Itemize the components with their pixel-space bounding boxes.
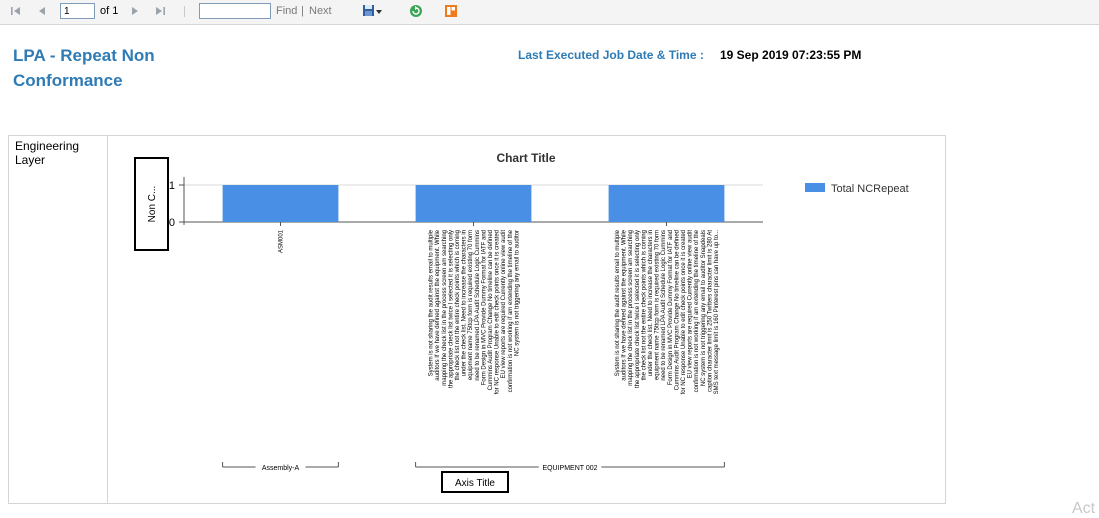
x-category-label: ASM001: [279, 229, 285, 253]
x-category-label-line: NC system is not triggering any email to…: [514, 230, 520, 356]
x-category-label-line: the check list not the entire check poin…: [641, 230, 647, 380]
last-executed-value: 19 Sep 2019 07:23:55 PM: [720, 48, 862, 62]
activation-watermark: Act: [1072, 500, 1096, 517]
x-category-label-line: for NC response Unable to edit check poi…: [681, 230, 687, 394]
x-category-label-line: the appropriate check list twice I selec…: [635, 230, 641, 388]
x-category-label-line: SMS text message limit is 160 Pinterest …: [714, 230, 720, 395]
export-icon[interactable]: [362, 4, 384, 18]
x-category-label-line: Form Design in MVC Provide Dummy Format …: [481, 230, 487, 385]
x-category-label-line: NC system is not triggering any email to…: [701, 230, 707, 386]
x-category-label-line: mapping the check list in the process sc…: [628, 230, 634, 386]
x-axis-title: Axis Title: [455, 478, 495, 489]
x-category-label-line: confirmation is not working if am extend…: [694, 229, 700, 392]
x-category-label-line: caption character limit is 250 Twitters …: [707, 230, 713, 392]
previous-page-icon[interactable]: [35, 4, 49, 18]
y-tick-label: 0: [169, 217, 175, 229]
bar[interactable]: [608, 185, 725, 222]
last-executed-label: Last Executed Job Date & Time :: [518, 48, 704, 62]
first-page-icon[interactable]: [9, 4, 23, 18]
row-header-label: Engineering Layer: [15, 139, 80, 167]
x-category-label-line: under the check list. Need to increase t…: [462, 230, 468, 376]
x-category-label-line: under the check list. Need to increase t…: [648, 230, 654, 376]
x-group-label: Assembly-A: [262, 465, 300, 472]
x-group-bracket: Assembly-A: [222, 462, 339, 472]
bar-chart: Chart Title Non C... 0 1 ASM001 System is …: [134, 151, 909, 493]
x-category-label-line: equipment name 75ttcp form is required e…: [468, 230, 474, 380]
find-text-input[interactable]: [199, 3, 271, 19]
refresh-icon[interactable]: [409, 4, 423, 18]
y-tick-label: 1: [169, 180, 175, 192]
x-category-label-line: need to be renamed LPA Audit Schedule Lo…: [475, 230, 481, 381]
x-category-label-line: the appropriate check list twice I selec…: [448, 230, 454, 388]
x-category-label-line: for NC response Unable to edit check poi…: [495, 230, 501, 394]
report-title: LPA - Repeat Non Conformance: [13, 46, 155, 90]
x-category-label-line: System is not sharing the audit results …: [615, 229, 621, 376]
x-category-label: System is not sharing the audit results …: [429, 229, 521, 394]
x-category-label-line: Form Design in MVC Provide Dummy Format …: [668, 230, 674, 385]
x-category-label-line: confirmation is not working if am extend…: [508, 229, 514, 392]
next-link[interactable]: Next: [309, 5, 332, 17]
bar[interactable]: [222, 185, 339, 222]
legend-label: Total NCRepeat: [831, 183, 909, 195]
x-category-label-line: Cummins Audit Program Change No timeline…: [488, 230, 494, 390]
bar[interactable]: [415, 185, 532, 222]
x-category-label-line: the check list not the entire check poin…: [455, 230, 461, 380]
x-category-label: System is not sharing the audit results …: [615, 229, 720, 394]
x-category-label-line: mapping the check list in the process sc…: [442, 230, 448, 386]
last-page-icon[interactable]: [153, 4, 167, 18]
legend: Total NCRepeat: [805, 183, 909, 195]
x-category-label-line: auditors If we have defined against the …: [622, 229, 628, 380]
x-category-label-line: need to be renamed LPA Audit Schedule Lo…: [661, 230, 667, 381]
find-link[interactable]: Find: [276, 5, 297, 17]
x-category-label-line: System is not sharing the audit results …: [429, 229, 435, 376]
chart-container: Chart Title Non C... 0 1 ASM001 System is …: [106, 135, 946, 504]
page-count-label: of 1: [100, 5, 119, 17]
report-toolbar: of 1 Find | Next: [0, 0, 1099, 25]
x-category-label-line: ASM001: [279, 229, 285, 253]
x-group-bracket: EQUIPMENT 002: [415, 462, 725, 472]
toolbar-divider: [184, 6, 185, 17]
y-axis-title: Non C...: [147, 186, 158, 223]
x-category-label-line: EU view reports are required Currently o…: [501, 230, 507, 379]
legend-swatch: [805, 183, 825, 192]
x-group-label: EQUIPMENT 002: [542, 465, 597, 472]
row-header-cell: Engineering Layer: [9, 136, 108, 503]
page-number-input[interactable]: [60, 3, 95, 19]
x-category-label-line: equipment name 75ttcp form is required e…: [655, 230, 661, 380]
find-separator: |: [301, 5, 304, 17]
chart-title: Chart Title: [496, 151, 555, 165]
x-category-label-line: auditors If we have defined against the …: [435, 229, 441, 380]
next-page-icon[interactable]: [128, 4, 142, 18]
x-category-label-line: EU view reports are required Currently o…: [688, 230, 694, 379]
x-category-label-line: Cummins Audit Program Change No timeline…: [674, 230, 680, 390]
print-layout-icon[interactable]: [444, 4, 458, 18]
